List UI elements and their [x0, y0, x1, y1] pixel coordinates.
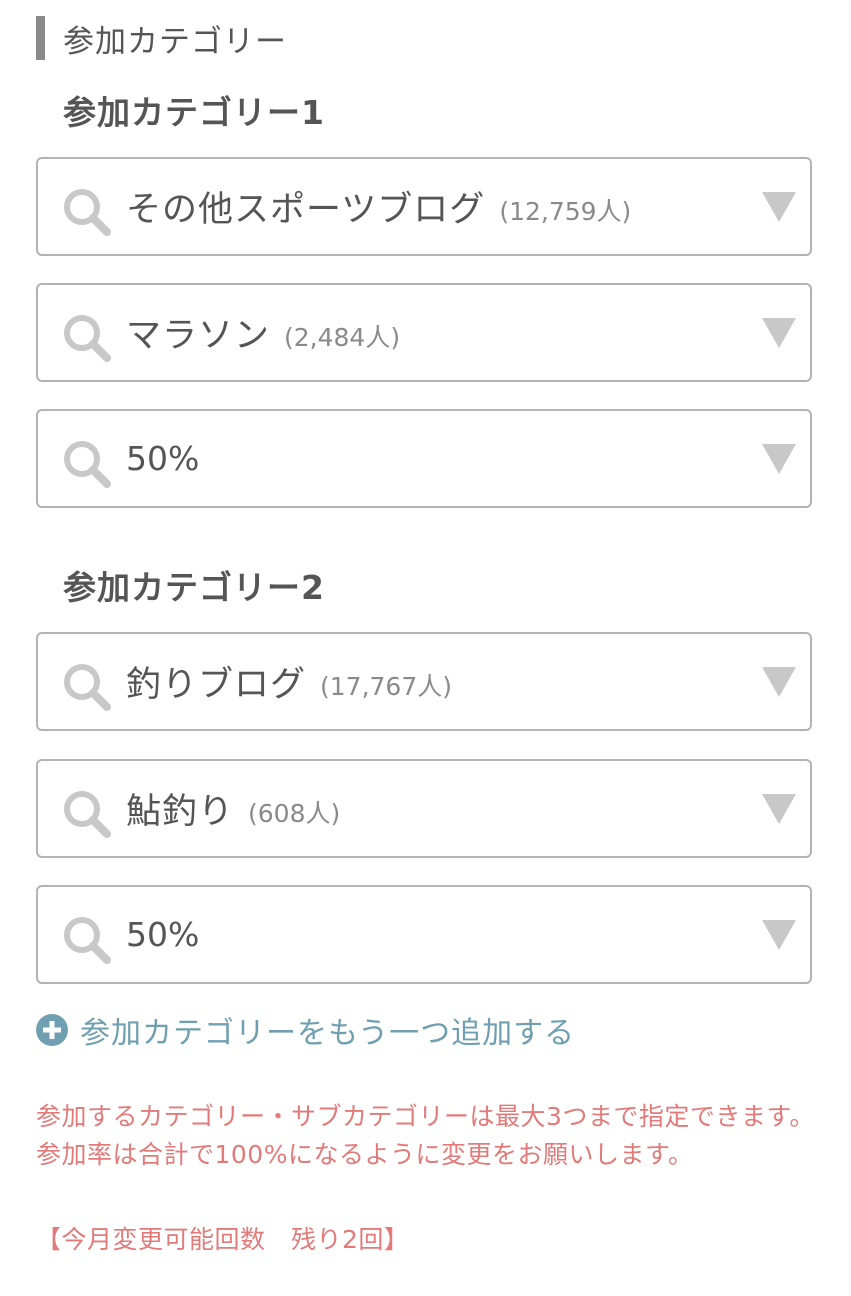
subcategory-member-count: (2,484人): [284, 322, 401, 352]
rate-select-1[interactable]: 50%: [36, 409, 812, 508]
subcategory-name: マラソン: [126, 316, 271, 356]
section-accent-bar: [36, 16, 45, 60]
category-select-1[interactable]: その他スポーツブログ (12,759人): [36, 157, 812, 256]
triangle-down-icon: [762, 444, 796, 474]
search-icon: [64, 315, 111, 362]
section-header: 参加カテゴリー: [36, 16, 287, 60]
triangle-down-icon: [762, 192, 796, 222]
subcategory-name: 鮎釣り: [126, 792, 235, 832]
category-select-2[interactable]: 釣りブログ (17,767人): [36, 632, 812, 731]
add-category-label: 参加カテゴリーをもう一つ追加する: [80, 1016, 576, 1051]
search-icon: [64, 664, 111, 711]
subcategory-select-2[interactable]: 鮎釣り (608人): [36, 759, 812, 858]
search-icon: [64, 917, 111, 964]
participation-rate: 50%: [126, 915, 200, 954]
category-member-count: (17,767人): [320, 671, 452, 701]
triangle-down-icon: [762, 920, 796, 950]
remaining-changes: 【今月変更可能回数 残り2回】: [36, 1225, 410, 1254]
add-category-link[interactable]: 参加カテゴリーをもう一つ追加する: [36, 1010, 576, 1051]
section-title: 参加カテゴリー: [63, 23, 287, 60]
triangle-down-icon: [762, 318, 796, 348]
plus-circle-icon: [36, 1014, 68, 1046]
subcategory-member-count: (608人): [248, 798, 341, 828]
category-member-count: (12,759人): [499, 196, 632, 226]
group-title-2: 参加カテゴリー2: [63, 568, 325, 607]
category-name: その他スポーツブログ: [126, 190, 486, 230]
search-icon: [64, 441, 111, 488]
group-title-1: 参加カテゴリー1: [63, 93, 325, 132]
category-name: 釣りブログ: [126, 665, 307, 705]
subcategory-select-1[interactable]: マラソン (2,484人): [36, 283, 812, 382]
triangle-down-icon: [762, 667, 796, 697]
search-icon: [64, 189, 111, 236]
participation-rate: 50%: [126, 439, 200, 478]
category-notice: 参加するカテゴリー・サブカテゴリーは最大3つまで指定できます。参加率は合計で10…: [36, 1102, 815, 1169]
rate-select-2[interactable]: 50%: [36, 885, 812, 984]
triangle-down-icon: [762, 794, 796, 824]
search-icon: [64, 791, 111, 838]
